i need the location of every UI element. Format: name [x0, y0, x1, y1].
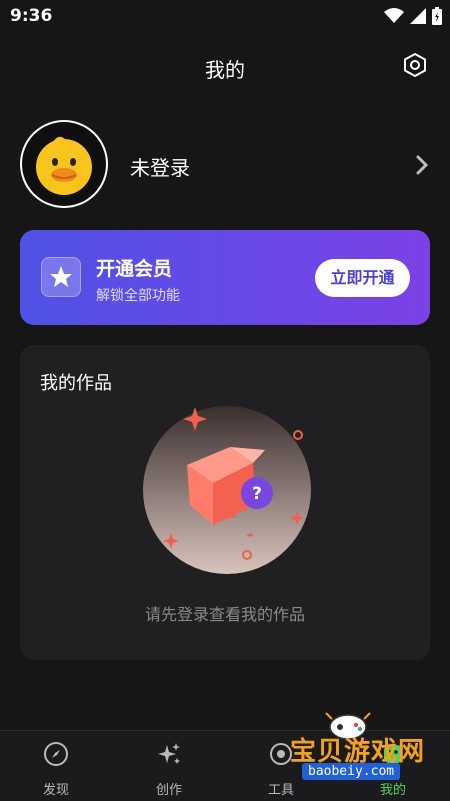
nav-discover-label: 发现	[42, 783, 69, 798]
open-vip-button[interactable]: 立即开通	[315, 259, 410, 297]
compass-icon	[44, 742, 68, 766]
works-empty-hint: 请先登录查看我的作品	[144, 605, 305, 624]
vip-subtitle: 解锁全部功能	[96, 288, 180, 304]
svg-text:?: ?	[252, 484, 262, 504]
vip-title: 开通会员	[96, 258, 173, 280]
settings-hexagon-icon[interactable]	[402, 52, 428, 78]
works-title: 我的作品	[40, 373, 112, 394]
status-time: 9:36	[10, 6, 53, 26]
battery-icon	[432, 7, 442, 25]
nav-create[interactable]: 创作	[129, 741, 209, 798]
signal-icon	[410, 8, 426, 24]
profile-row[interactable]: 未登录	[20, 120, 430, 210]
status-bar: 9:36	[0, 0, 450, 32]
sparkle-icon	[158, 743, 180, 764]
wifi-icon	[384, 8, 404, 23]
vip-badge	[41, 257, 81, 297]
status-icons	[384, 7, 442, 25]
watermark-url: baobeiy.com	[302, 763, 401, 780]
vip-card[interactable]: 开通会员 解锁全部功能 立即开通	[20, 230, 430, 325]
page-title: 我的	[205, 58, 245, 82]
chevron-right-icon[interactable]	[414, 154, 430, 176]
star-icon	[50, 266, 72, 287]
header: 我的	[0, 44, 450, 88]
login-status: 未登录	[130, 156, 190, 180]
nav-discover[interactable]: 发现	[16, 741, 96, 798]
my-works-card: 我的作品 ? 请先登录查看我的作品	[20, 345, 430, 660]
duck-avatar-icon	[36, 136, 92, 195]
nav-create-label: 创作	[155, 783, 182, 798]
watermark: 宝贝游戏网 baobeiy.com	[270, 705, 450, 800]
avatar[interactable]	[20, 120, 108, 208]
empty-box-illustration-icon: ?	[143, 406, 311, 574]
